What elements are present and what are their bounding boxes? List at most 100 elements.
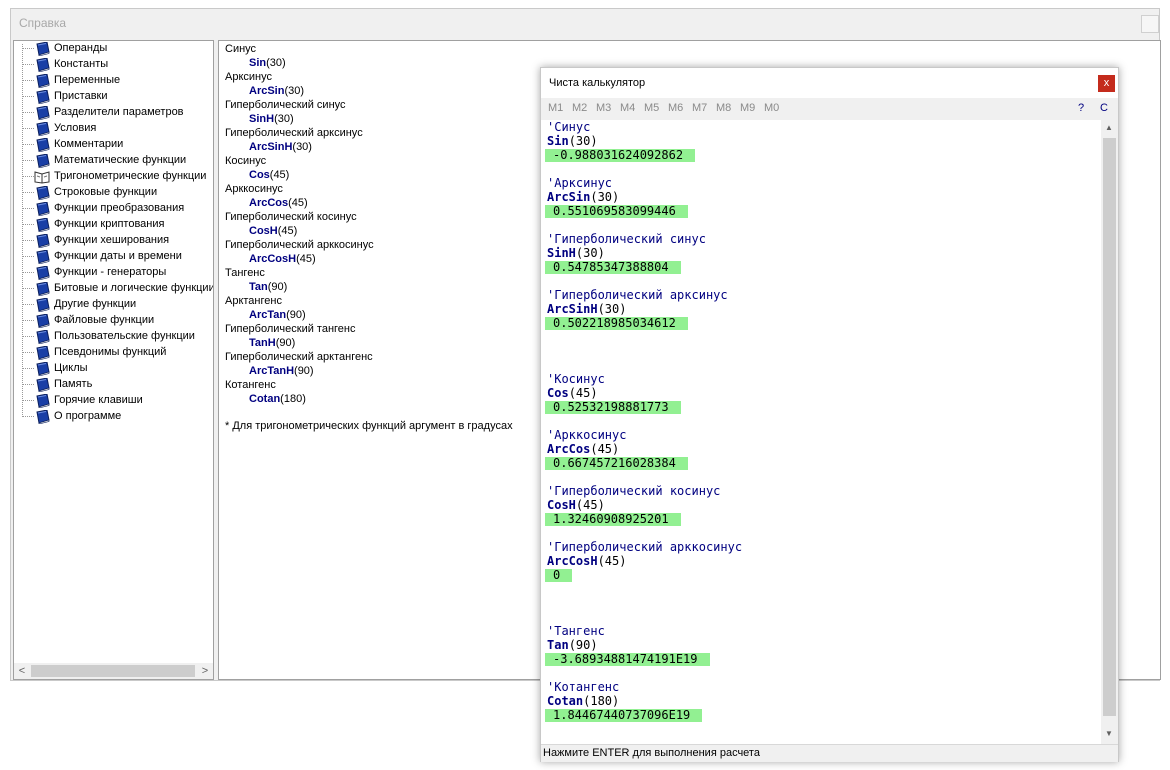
memory-button[interactable]: M5: [644, 102, 659, 114]
tree-item[interactable]: Память: [14, 377, 213, 393]
tree-item[interactable]: Операнды: [14, 41, 213, 57]
tree-item-label: Разделители параметров: [54, 106, 184, 118]
comment-line: 'Гиперболический косинус: [547, 484, 721, 498]
tree-item[interactable]: Условия: [14, 121, 213, 137]
memory-button[interactable]: M1: [548, 102, 563, 114]
entry-example: CosH(45): [249, 225, 297, 237]
tree-item[interactable]: Разделители параметров: [14, 105, 213, 121]
function-arg: (90): [568, 638, 598, 652]
book-icon: [34, 313, 50, 329]
calculator-title: Чиста калькулятор: [549, 77, 646, 89]
function-arg: (30): [266, 57, 286, 69]
tree-connector: [22, 64, 34, 65]
status-bar: Нажмите ENTER для выполнения расчета: [541, 744, 1118, 762]
result-value: 0.54785347388804: [545, 261, 681, 274]
tree-connector: [22, 368, 34, 369]
entry-heading: Гиперболический синус: [225, 99, 346, 111]
help-close-button[interactable]: [1141, 15, 1159, 33]
memory-button[interactable]: M4: [620, 102, 635, 114]
scroll-left-arrow[interactable]: <: [14, 663, 30, 679]
tree-item[interactable]: Переменные: [14, 73, 213, 89]
tree-item[interactable]: Приставки: [14, 89, 213, 105]
book-icon: [34, 281, 50, 297]
tree-connector: [22, 208, 34, 209]
degrees-note: * Для тригонометрических функций аргумен…: [225, 420, 513, 432]
tree-item[interactable]: О программе: [14, 409, 213, 425]
tree-item-label: Приставки: [54, 90, 108, 102]
expression-line: ArcSinH(30): [547, 302, 626, 316]
tree-connector: [22, 80, 34, 81]
tree-item[interactable]: Пользовательские функции: [14, 329, 213, 345]
tree-item[interactable]: Строковые функции: [14, 185, 213, 201]
tree-item[interactable]: Функции преобразования: [14, 201, 213, 217]
scroll-up-arrow[interactable]: ▲: [1101, 120, 1117, 136]
memory-button[interactable]: M0: [764, 102, 779, 114]
function-arg: (45): [597, 554, 627, 568]
tree-item[interactable]: Тригонометрические функции: [14, 169, 213, 185]
scroll-right-arrow[interactable]: >: [197, 663, 213, 679]
calculator-window: Чиста калькулятор x M1 M2 M3 M4 M5 M6 M7 M8 M9 M0…: [540, 67, 1119, 762]
help-topic-tree: Операнды Константы Переменные Приставки Разд…: [13, 40, 214, 680]
tree-item[interactable]: Функции - генераторы: [14, 265, 213, 281]
tree-item-label: Файловые функции: [54, 314, 155, 326]
calculator-editor[interactable]: 'Синус Sin(30) -0.988031624092862 'Арксинус…: [541, 120, 1101, 744]
entry-example: ArcTan(90): [249, 309, 306, 321]
calculator-toolbar: M1 M2 M3 M4 M5 M6 M7 M8 M9 M0 ? C: [541, 98, 1118, 120]
book-icon: [34, 217, 50, 233]
tree-item[interactable]: Горячие клавиши: [14, 393, 213, 409]
scroll-thumb[interactable]: [1103, 138, 1116, 716]
scroll-down-arrow[interactable]: ▼: [1101, 726, 1117, 742]
function-name: CosH: [249, 225, 278, 237]
function-name: ArcCosH: [547, 554, 598, 568]
scroll-thumb[interactable]: [31, 665, 195, 677]
tree-item[interactable]: Псевдонимы функций: [14, 345, 213, 361]
editor-vertical-scrollbar[interactable]: ▲ ▼: [1101, 120, 1118, 744]
entry-example: SinH(30): [249, 113, 294, 125]
expression-line: Sin(30): [547, 134, 598, 148]
tree-item[interactable]: Другие функции: [14, 297, 213, 313]
function-arg: (30): [568, 134, 598, 148]
comment-line: 'Гиперболический арккосинус: [547, 540, 743, 554]
function-arg: (30): [575, 246, 605, 260]
tree-connector: [22, 192, 34, 193]
tree-item[interactable]: Константы: [14, 57, 213, 73]
tree-item[interactable]: Циклы: [14, 361, 213, 377]
tree-connector: [22, 224, 34, 225]
clear-button[interactable]: C: [1100, 102, 1108, 114]
help-window-title: Справка: [19, 16, 67, 30]
tree-item[interactable]: Битовые и логические функции: [14, 281, 213, 297]
tree-connector: [22, 320, 34, 321]
tree-connector: [22, 160, 34, 161]
comment-line: 'Гиперболический арксинус: [547, 288, 728, 302]
tree-horizontal-scrollbar[interactable]: < >: [14, 663, 213, 679]
function-arg: (45): [288, 197, 308, 209]
function-arg: (90): [294, 365, 314, 377]
memory-button[interactable]: M6: [668, 102, 683, 114]
help-button[interactable]: ?: [1078, 102, 1084, 114]
tree-item[interactable]: Функции криптования: [14, 217, 213, 233]
tree-item[interactable]: Математические функции: [14, 153, 213, 169]
memory-button[interactable]: M7: [692, 102, 707, 114]
tree-item-label: Тригонометрические функции: [54, 170, 207, 182]
open-book-icon: [34, 170, 50, 184]
calculator-close-button[interactable]: x: [1098, 75, 1115, 92]
entry-heading: Гиперболический косинус: [225, 211, 357, 223]
tree-item-label: Строковые функции: [54, 186, 158, 198]
function-name: ArcCosH: [249, 253, 297, 265]
tree-item[interactable]: Функции хеширования: [14, 233, 213, 249]
tree-item[interactable]: Функции даты и времени: [14, 249, 213, 265]
memory-button[interactable]: M8: [716, 102, 731, 114]
tree-item-label: Математические функции: [54, 154, 187, 166]
result-value: 1.84467440737096E19: [545, 709, 703, 722]
calculator-titlebar[interactable]: Чиста калькулятор x: [541, 68, 1118, 98]
memory-button[interactable]: M2: [572, 102, 587, 114]
book-icon: [34, 265, 50, 281]
tree-item[interactable]: Комментарии: [14, 137, 213, 153]
tree-item[interactable]: Файловые функции: [14, 313, 213, 329]
expression-line: Cotan(180): [547, 694, 619, 708]
tree-item-label: Переменные: [54, 74, 121, 86]
memory-button[interactable]: M3: [596, 102, 611, 114]
memory-button[interactable]: M9: [740, 102, 755, 114]
entry-example: ArcTanH(90): [249, 365, 314, 377]
function-name: SinH: [249, 113, 275, 125]
